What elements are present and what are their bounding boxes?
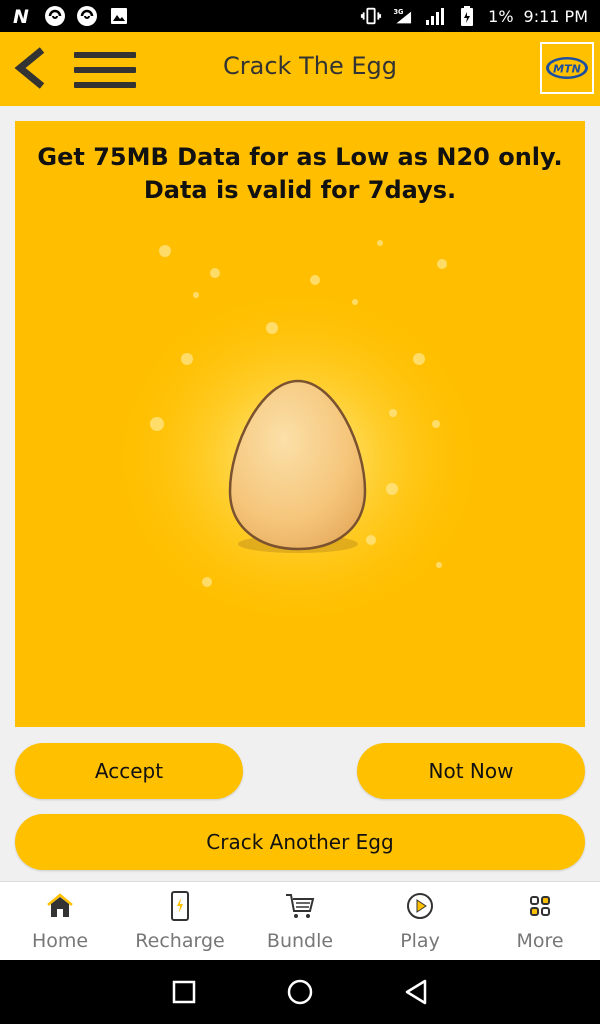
- back-button[interactable]: [12, 46, 52, 90]
- svg-text:3G: 3G: [394, 8, 404, 16]
- crack-another-egg-button[interactable]: Crack Another Egg: [15, 814, 585, 870]
- n-app-icon: N: [12, 5, 34, 27]
- recents-button[interactable]: [166, 974, 202, 1010]
- egg-illustration: [108, 240, 488, 616]
- nav-item-bundle[interactable]: Bundle: [240, 882, 360, 960]
- phone-icon: [165, 890, 195, 922]
- nav-item-home[interactable]: Home: [0, 882, 120, 960]
- whirl-app-icon: [44, 5, 66, 27]
- svg-text:N: N: [13, 6, 29, 26]
- back-nav-button[interactable]: [398, 974, 434, 1010]
- whirl-app-icon-2: [76, 5, 98, 27]
- not-now-button[interactable]: Not Now: [357, 743, 585, 799]
- menu-bar: [74, 67, 136, 73]
- offer-card: Get 75MB Data for as Low as N20 only. Da…: [15, 121, 585, 727]
- battery-percent: 1%: [488, 6, 514, 26]
- offer-line-1: Get 75MB Data for as Low as N20 only.: [37, 143, 563, 171]
- grid-icon: [525, 890, 555, 922]
- battery-charging-icon: [456, 5, 478, 27]
- home-icon: [45, 890, 75, 922]
- cart-icon: [285, 890, 315, 922]
- vibrate-icon: [360, 5, 382, 27]
- offer-description: Get 75MB Data for as Low as N20 only. Da…: [15, 141, 585, 207]
- play-icon: [405, 890, 435, 922]
- hamburger-menu-button[interactable]: [74, 52, 136, 88]
- nav-label-more: More: [516, 930, 564, 952]
- menu-bar: [74, 52, 136, 58]
- app-bar: Crack The Egg MTN: [0, 32, 600, 106]
- home-button[interactable]: [282, 974, 318, 1010]
- signal-icon: [424, 5, 446, 27]
- nav-item-play[interactable]: Play: [360, 882, 480, 960]
- nav-label-recharge: Recharge: [135, 930, 225, 952]
- nav-label-bundle: Bundle: [266, 930, 334, 952]
- nav-item-recharge[interactable]: Recharge: [120, 882, 240, 960]
- accept-button[interactable]: Accept: [15, 743, 243, 799]
- chevron-left-icon: [14, 47, 45, 89]
- nav-item-more[interactable]: More: [480, 882, 600, 960]
- status-bar: N 3G 1% 9:11 PM: [0, 0, 600, 32]
- page-title: Crack The Egg: [223, 52, 397, 80]
- triangle-back-icon: [405, 979, 427, 1005]
- clock: 9:11 PM: [523, 6, 588, 26]
- signal-3g-icon: 3G: [392, 5, 414, 27]
- image-notification-icon: [108, 5, 130, 27]
- square-icon: [172, 980, 196, 1004]
- menu-bar: [74, 82, 136, 88]
- nav-label-play: Play: [400, 930, 440, 952]
- nav-label-home: Home: [31, 930, 89, 952]
- offer-line-2: Data is valid for 7days.: [143, 176, 457, 204]
- mtn-logo: MTN: [540, 42, 594, 94]
- system-nav-bar: [0, 960, 600, 1024]
- bottom-nav: Home Recharge Bundle Play More: [0, 881, 600, 960]
- svg-text:MTN: MTN: [553, 63, 581, 76]
- circle-icon: [287, 979, 313, 1005]
